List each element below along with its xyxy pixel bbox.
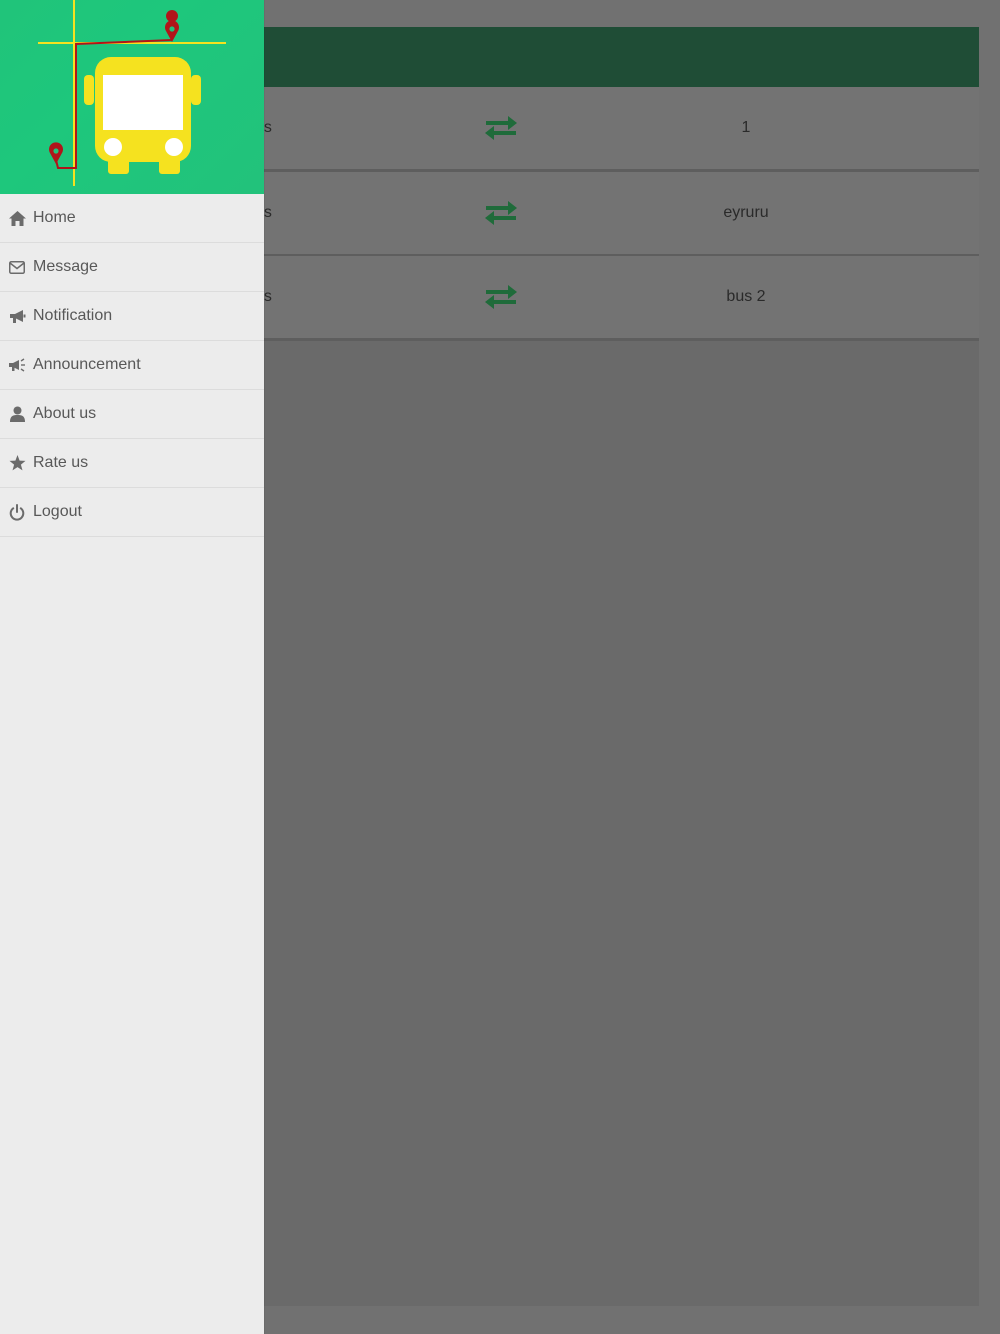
bullhorn-icon — [8, 307, 26, 325]
menu-item-label: Rate us — [33, 454, 89, 471]
home-icon — [8, 209, 26, 227]
megaphone-icon — [8, 356, 26, 374]
menu-item-rate-us[interactable]: Rate us — [0, 439, 264, 488]
swap-arrows-icon[interactable] — [484, 201, 518, 225]
menu-item-label: About us — [33, 405, 97, 422]
envelope-icon — [8, 258, 26, 276]
drawer-menu: Home Message Notification Announcement A… — [0, 194, 264, 537]
menu-item-announcement[interactable]: Announcement — [0, 341, 264, 390]
menu-item-notification[interactable]: Notification — [0, 292, 264, 341]
swap-arrows-icon[interactable] — [484, 116, 518, 140]
menu-item-home[interactable]: Home — [0, 194, 264, 243]
user-icon — [8, 405, 26, 423]
swap-arrows-icon[interactable] — [484, 285, 518, 309]
side-drawer: Home Message Notification Announcement A… — [0, 0, 264, 1334]
star-icon — [8, 454, 26, 472]
bus-row-name: bus 2 — [726, 288, 766, 305]
menu-item-label: Logout — [33, 503, 82, 520]
menu-item-message[interactable]: Message — [0, 243, 264, 292]
bus-row-name: 1 — [741, 119, 751, 136]
app-logo-banner — [0, 0, 264, 194]
bus-row-name: eyruru — [723, 204, 769, 221]
menu-item-logout[interactable]: Logout — [0, 488, 264, 537]
menu-item-label: Home — [33, 209, 76, 226]
menu-item-label: Message — [33, 258, 98, 275]
menu-item-label: Announcement — [33, 356, 141, 373]
menu-item-about-us[interactable]: About us — [0, 390, 264, 439]
bus-route-logo-icon — [38, 0, 226, 186]
power-icon — [8, 503, 26, 521]
menu-item-label: Notification — [33, 307, 113, 324]
